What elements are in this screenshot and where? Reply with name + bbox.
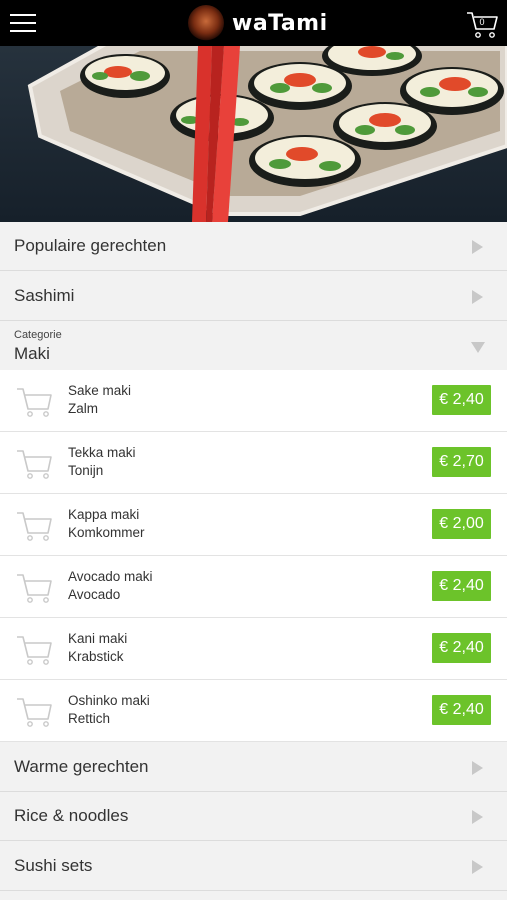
chevron-right-icon: [472, 761, 483, 775]
chevron-right-icon: [472, 240, 483, 254]
price-button[interactable]: € 2,40: [432, 695, 491, 725]
item-description: Zalm: [68, 401, 98, 416]
brand: waTami: [188, 4, 328, 42]
item-description: Tonijn: [68, 463, 104, 478]
category-label: Warme gerechten: [14, 757, 149, 776]
category-populaire-gerechten[interactable]: Populaire gerechten: [0, 222, 507, 271]
item-name: Oshinko maki: [68, 693, 150, 708]
price-button[interactable]: € 2,40: [432, 633, 491, 663]
category-label: Maki: [14, 344, 50, 363]
chevron-down-icon: [471, 342, 485, 353]
cart-count-badge: 0: [479, 17, 485, 27]
list-item: Avocado maki Avocado € 2,40: [0, 556, 507, 618]
item-name: Sake maki: [68, 383, 132, 398]
add-to-cart-icon[interactable]: [16, 448, 52, 480]
top-bar: waTami 0: [0, 0, 507, 46]
list-item: Tekka maki Tonijn € 2,70: [0, 432, 507, 494]
category-label: Sashimi: [14, 286, 75, 305]
chevron-right-icon: [472, 810, 483, 824]
category-sushi-sets[interactable]: Sushi sets: [0, 842, 507, 891]
price-button[interactable]: € 2,40: [432, 571, 491, 601]
list-item: Kani maki Krabstick € 2,40: [0, 618, 507, 680]
item-description: Krabstick: [68, 649, 124, 664]
category-warme-gerechten[interactable]: Warme gerechten: [0, 743, 507, 792]
add-to-cart-icon[interactable]: [16, 386, 52, 418]
add-to-cart-icon[interactable]: [16, 510, 52, 542]
item-name: Avocado maki: [68, 569, 153, 584]
item-name: Kani maki: [68, 631, 128, 646]
maki-item-list: Sake maki Zalm € 2,40 Tekka maki Tonijn …: [0, 370, 507, 742]
app-screen: waTami 0 Populaire gerechten Sashimi Cat…: [0, 0, 507, 900]
price-button[interactable]: € 2,70: [432, 447, 491, 477]
item-description: Komkommer: [68, 525, 145, 540]
chevron-right-icon: [472, 290, 483, 304]
hero-image: [0, 46, 507, 222]
price-button[interactable]: € 2,40: [432, 385, 491, 415]
add-to-cart-icon[interactable]: [16, 696, 52, 728]
list-item: Sake maki Zalm € 2,40: [0, 370, 507, 432]
category-label: Populaire gerechten: [14, 236, 167, 255]
add-to-cart-icon[interactable]: [16, 572, 52, 604]
list-item: Kappa maki Komkommer € 2,00: [0, 494, 507, 556]
item-name: Tekka maki: [68, 445, 136, 460]
list-item: Oshinko maki Rettich € 2,40: [0, 680, 507, 742]
category-label: Rice & noodles: [14, 806, 129, 825]
category-label: Sushi sets: [14, 856, 93, 875]
category-sashimi[interactable]: Sashimi: [0, 272, 507, 321]
chevron-right-icon: [472, 860, 483, 874]
category-maki-header[interactable]: Categorie Maki: [0, 322, 507, 370]
brand-name: waTami: [232, 10, 328, 36]
item-name: Kappa maki: [68, 507, 140, 522]
category-caption: Categorie: [14, 329, 62, 341]
brand-logo-icon: [188, 5, 224, 41]
item-description: Avocado: [68, 587, 121, 602]
price-button[interactable]: € 2,00: [432, 509, 491, 539]
menu-icon[interactable]: [10, 11, 38, 35]
cart-icon[interactable]: 0: [465, 9, 499, 39]
item-description: Rettich: [68, 711, 111, 726]
add-to-cart-icon[interactable]: [16, 634, 52, 666]
category-rice-noodles[interactable]: Rice & noodles: [0, 792, 507, 841]
